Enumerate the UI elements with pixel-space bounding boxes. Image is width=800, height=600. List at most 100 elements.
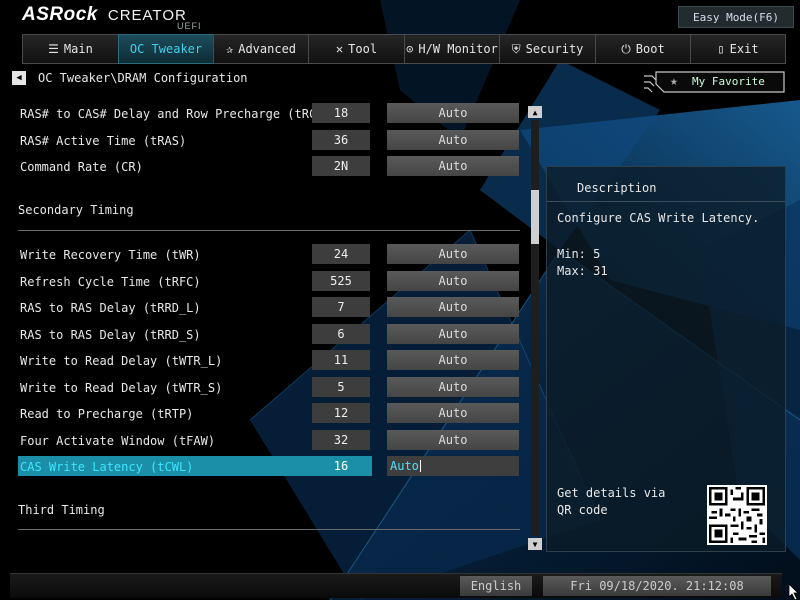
setting-row-trfc[interactable]: Refresh Cycle Time (tRFC) 525 Auto <box>18 271 522 293</box>
setting-row-twr[interactable]: Write Recovery Time (tWR) 24 Auto <box>18 244 522 266</box>
setting-label: CAS Write Latency (tCWL) <box>20 460 194 474</box>
arrow-down-icon: ▼ <box>532 539 538 549</box>
settings-scrollbar[interactable]: ▲ ▼ <box>528 106 542 550</box>
setting-label: Read to Precharge (tRTP) <box>20 407 194 421</box>
setting-value: 16 <box>333 459 349 473</box>
setting-value: 7 <box>312 297 370 317</box>
setting-value: 32 <box>312 430 370 450</box>
description-text: Configure CAS Write Latency. <box>557 211 760 225</box>
setting-row-trtp[interactable]: Read to Precharge (tRTP) 12 Auto <box>18 403 522 425</box>
tools-icon: ✕ <box>335 42 344 56</box>
tab-oc-tweaker[interactable]: OC Tweaker <box>118 34 213 64</box>
description-max: Max: 31 <box>557 264 608 278</box>
tab-advanced[interactable]: ✰ Advanced <box>213 34 308 64</box>
scroll-thumb[interactable] <box>531 190 539 244</box>
list-icon: ☰ <box>48 42 59 56</box>
section-divider <box>18 529 520 530</box>
setting-row-tfaw[interactable]: Four Activate Window (tFAW) 32 Auto <box>18 430 522 452</box>
description-title: Description <box>577 181 657 195</box>
setting-value: 24 <box>312 244 370 264</box>
tab-label: Tool <box>348 42 378 56</box>
breadcrumb: OC Tweaker\DRAM Configuration <box>38 71 248 85</box>
setting-label: Refresh Cycle Time (tRFC) <box>20 275 201 289</box>
exit-icon: ▯ <box>717 42 725 56</box>
tab-label: Boot <box>635 42 665 56</box>
monitor-icon: ⊙ <box>406 42 414 56</box>
back-arrow-icon: ◀ <box>16 73 22 83</box>
tab-main[interactable]: ☰ Main <box>22 34 118 64</box>
qr-code-icon <box>707 485 767 545</box>
setting-option-button[interactable]: Auto <box>387 271 519 291</box>
setting-row-trcdtrp[interactable]: RAS# to CAS# Delay and Row Precharge (tR… <box>18 103 522 125</box>
star-icon: ✰ <box>225 42 234 56</box>
setting-label: RAS# Active Time (tRAS) <box>20 134 187 148</box>
tab-security[interactable]: ⛨ Security <box>499 34 595 64</box>
my-favorite-button[interactable]: ★ My Favorite <box>642 70 786 96</box>
setting-value: 12 <box>312 403 370 423</box>
setting-label: RAS# to CAS# Delay and Row Precharge (tR… <box>20 107 353 121</box>
description-min: Min: 5 <box>557 247 601 261</box>
setting-option-button[interactable]: Auto <box>387 403 519 423</box>
setting-label: RAS to RAS Delay (tRRD_S) <box>20 328 201 342</box>
setting-row-trrd-l[interactable]: RAS to RAS Delay (tRRD_L) 7 Auto <box>18 297 522 319</box>
setting-label: RAS to RAS Delay (tRRD_L) <box>20 301 201 315</box>
setting-option-button[interactable]: Auto <box>387 430 519 450</box>
language-button[interactable]: English <box>460 576 532 596</box>
setting-option-button[interactable]: Auto <box>387 130 519 150</box>
tab-label: H/W Monitor <box>418 42 498 56</box>
description-divider <box>547 201 785 202</box>
setting-value: 36 <box>312 130 370 150</box>
section-secondary-timing: Secondary Timing <box>18 203 134 217</box>
arrow-up-icon: ▲ <box>532 107 538 117</box>
setting-row-twtr-s[interactable]: Write to Read Delay (tWTR_S) 5 Auto <box>18 377 522 399</box>
setting-label: Write to Read Delay (tWTR_L) <box>20 354 223 368</box>
setting-row-trrd-s[interactable]: RAS to RAS Delay (tRRD_S) 6 Auto <box>18 324 522 346</box>
setting-label: Four Activate Window (tFAW) <box>20 434 216 448</box>
tab-label: OC Tweaker <box>129 42 203 56</box>
setting-row-tcwl-selected[interactable]: CAS Write Latency (tCWL) 16 Auto <box>18 456 522 478</box>
qr-hint-text: Get details via QR code <box>557 486 666 517</box>
main-tabs: ☰ Main OC Tweaker ✰ Advanced ✕ Tool ⊙ H/… <box>22 34 786 64</box>
brand-logo: ASRock CREATOR UEFI <box>22 4 201 31</box>
setting-option-button[interactable]: Auto <box>387 244 519 264</box>
section-third-timing: Third Timing <box>18 503 105 517</box>
text-cursor <box>419 460 421 472</box>
setting-row-tras[interactable]: RAS# Active Time (tRAS) 36 Auto <box>18 130 522 152</box>
shield-icon: ⛨ <box>511 41 521 56</box>
favorite-label: My Favorite <box>692 75 765 88</box>
setting-label: Write to Read Delay (tWTR_S) <box>20 381 223 395</box>
setting-value: 2N <box>312 156 370 176</box>
power-icon: ⏻ <box>621 41 631 56</box>
scroll-track[interactable] <box>531 120 539 536</box>
setting-option-button[interactable]: Auto <box>387 377 519 397</box>
scroll-down-button[interactable]: ▼ <box>528 538 542 550</box>
star-icon: ★ <box>670 74 678 89</box>
setting-label: Write Recovery Time (tWR) <box>20 248 201 262</box>
setting-label: Command Rate (CR) <box>20 160 143 174</box>
setting-option-button[interactable]: Auto <box>387 103 519 123</box>
description-panel: Description Configure CAS Write Latency.… <box>546 166 786 552</box>
setting-value: 6 <box>312 324 370 344</box>
easy-mode-button[interactable]: Easy Mode(F6) <box>678 6 794 28</box>
tab-label: Main <box>63 42 93 56</box>
option-text: Auto <box>390 459 419 473</box>
tab-boot[interactable]: ⏻ Boot <box>595 34 690 64</box>
scroll-up-button[interactable]: ▲ <box>528 106 542 118</box>
tab-exit[interactable]: ▯ Exit <box>690 34 786 64</box>
setting-option-button[interactable]: Auto <box>387 156 519 176</box>
product-name: CREATOR <box>107 7 187 24</box>
setting-option-button[interactable]: Auto <box>387 350 519 370</box>
setting-option-button[interactable]: Auto <box>387 297 519 317</box>
tab-hw-monitor[interactable]: ⊙ H/W Monitor <box>404 34 499 64</box>
tab-tool[interactable]: ✕ Tool <box>308 34 404 64</box>
brand-name: ASRock <box>22 4 98 25</box>
setting-row-twtr-l[interactable]: Write to Read Delay (tWTR_L) 11 Auto <box>18 350 522 372</box>
system-datetime: Fri 09/18/2020. 21:12:08 <box>543 576 771 596</box>
tab-label: Security <box>525 42 584 56</box>
setting-row-cr[interactable]: Command Rate (CR) 2N Auto <box>18 156 522 178</box>
setting-option-input[interactable]: Auto <box>387 456 519 476</box>
setting-option-button[interactable]: Auto <box>387 324 519 344</box>
section-divider <box>18 230 520 231</box>
back-button[interactable]: ◀ <box>12 71 26 85</box>
setting-value: 525 <box>312 271 370 291</box>
